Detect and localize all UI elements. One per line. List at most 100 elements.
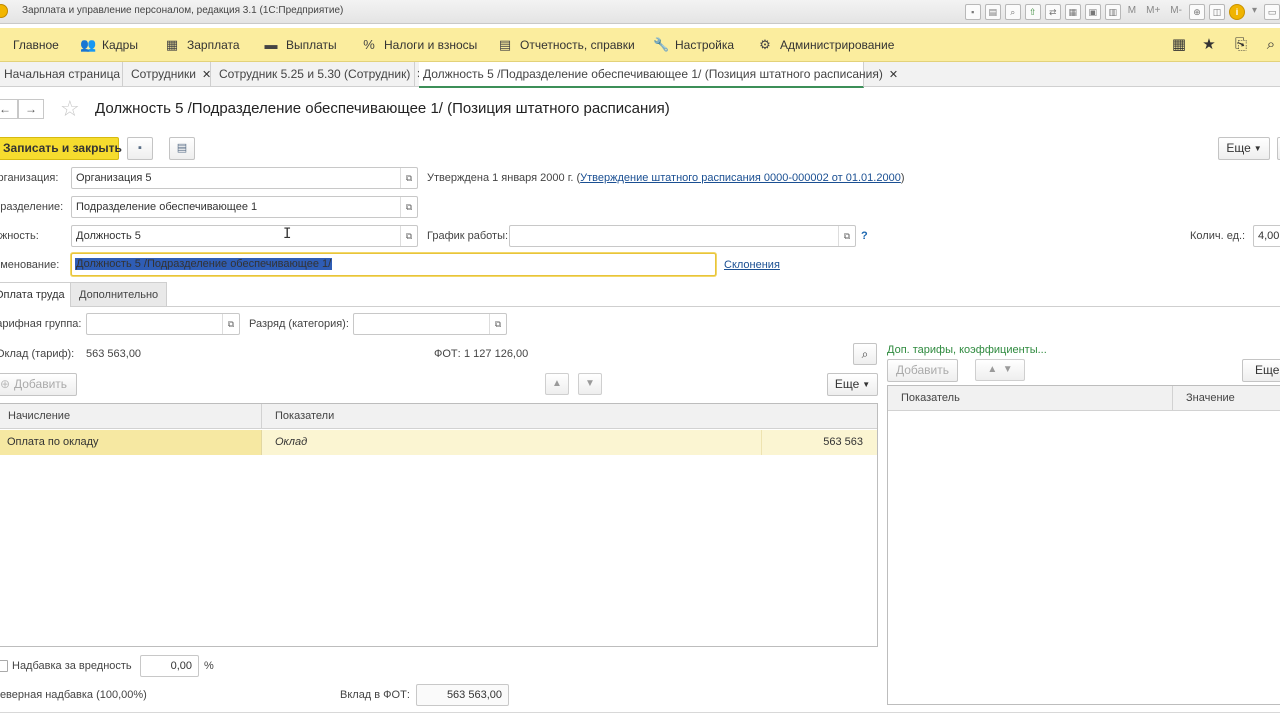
tab-payment[interactable]: Оплата труда — [0, 282, 74, 307]
open-icon[interactable]: ⧉ — [838, 226, 855, 246]
print-icon[interactable]: ▤ — [984, 4, 1001, 20]
schedule-label: График работы: — [427, 230, 509, 242]
column-indicators[interactable]: Показатели — [261, 404, 334, 429]
column-indicator[interactable]: Показатель — [888, 386, 1172, 411]
open-icon[interactable]: ⧉ — [400, 197, 417, 217]
department-field[interactable]: Подразделение обеспечивающее 1 ⧉ — [71, 196, 418, 218]
column-value[interactable]: Значение — [1172, 386, 1235, 411]
fot-contribution-label: Вклад в ФОТ: — [340, 689, 410, 701]
open-icon[interactable]: ⧉ — [489, 314, 506, 334]
inner-tabs: Оплата труда Дополнительно — [0, 282, 1280, 307]
document-list-icon[interactable]: ▤ — [169, 137, 195, 160]
menu-item-settings[interactable]: 🔧 Настройка — [653, 28, 734, 62]
menu-item-hr[interactable]: 👥 Кадры — [80, 28, 138, 62]
units-label: Колич. ед.: — [1190, 230, 1246, 242]
move-down-icon[interactable]: ▼ — [578, 373, 602, 395]
close-icon[interactable]: ✕ — [889, 69, 898, 81]
reports-icon: ▤ — [498, 37, 512, 52]
menu-item-reports[interactable]: ▤ Отчетность, справки — [498, 28, 635, 62]
history-icon[interactable]: ⎘ — [1232, 36, 1250, 54]
back-button[interactable]: ← — [0, 99, 18, 119]
hazard-field[interactable]: 0,00 — [140, 655, 199, 677]
move-arrows-icon[interactable]: ▲ ▼ — [975, 359, 1025, 381]
link-icon[interactable]: ⇄ — [1044, 4, 1061, 20]
chevron-down-icon: ▼ — [862, 380, 871, 389]
fot-value: 1 127 126,00 — [464, 348, 529, 360]
menu-item-taxes[interactable]: % Налоги и взносы — [362, 28, 477, 62]
table-row[interactable]: Оплата по окладу Оклад 563 563 — [0, 430, 877, 455]
window-icon[interactable]: ▭ — [1264, 4, 1280, 20]
hazard-checkbox[interactable] — [0, 660, 8, 672]
table-header: Начисление Показатели — [0, 404, 877, 429]
name-label: Наименование: — [0, 259, 60, 271]
calendar-icon[interactable]: ▣ — [1084, 4, 1101, 20]
save-icon[interactable]: ▪ — [964, 4, 981, 20]
tab-employees[interactable]: Сотрудники ✕ — [127, 62, 211, 87]
salary-value: 563 563,00 — [86, 348, 142, 360]
plus-icon: ⊕ — [0, 377, 10, 391]
calculator-icon[interactable]: ▥ — [1104, 4, 1121, 20]
bottom-divider — [0, 712, 1280, 713]
more-button[interactable]: Еще ▼ — [1218, 137, 1270, 160]
name-field[interactable]: Должность 5 /Подразделение обеспечивающе… — [71, 253, 716, 276]
organization-label: Организация: — [0, 172, 59, 184]
calculator-icon: ▦ — [165, 37, 179, 52]
menu-item-main[interactable]: Главное — [13, 28, 59, 62]
memory-plus-button[interactable]: M+ — [1143, 4, 1163, 20]
app-logo-icon — [0, 4, 8, 18]
favorite-star-icon[interactable]: ☆ — [60, 97, 80, 121]
position-field[interactable]: Должность 5 ⧉ — [71, 225, 418, 247]
add-accrual-button[interactable]: ⊕ Добавить — [0, 373, 77, 396]
more-button[interactable]: Еще ▼ — [827, 373, 878, 396]
schedule-field[interactable]: ⧉ — [509, 225, 856, 247]
open-icon[interactable]: ⧉ — [400, 168, 417, 188]
open-icon[interactable]: ⧉ — [222, 314, 239, 334]
forward-button[interactable]: → — [18, 99, 44, 119]
info-icon[interactable]: i — [1228, 4, 1245, 20]
upload-icon[interactable]: ⇧ — [1024, 4, 1041, 20]
units-field[interactable]: 4,00 — [1253, 225, 1280, 247]
add-extra-button[interactable]: Добавить — [887, 359, 958, 382]
tab-position[interactable]: Должность 5 /Подразделение обеспечивающе… — [419, 62, 898, 88]
accruals-table: Начисление Показатели Оплата по окладу О… — [0, 403, 878, 647]
grade-field[interactable]: ⧉ — [353, 313, 507, 335]
search-icon[interactable]: ⌕ — [1262, 36, 1280, 54]
gear-icon: ⚙ — [759, 37, 771, 52]
zoom-icon[interactable]: ⊕ — [1188, 4, 1205, 20]
department-label: Подразделение: — [0, 201, 64, 213]
apps-grid-icon[interactable]: ▦ — [1170, 36, 1188, 54]
open-tabs-bar: Начальная страница Сотрудники ✕ Сотрудник… — [0, 62, 1280, 88]
close-icon[interactable]: ✕ — [202, 69, 211, 81]
spreadsheet-icon[interactable]: ▦ — [1064, 4, 1081, 20]
approval-document-link[interactable]: Утверждение штатного расписания 0000-000… — [580, 172, 901, 184]
accrual-cell: Оплата по окладу — [0, 430, 261, 455]
menu-item-payments[interactable]: ▬ Выплаты — [264, 28, 337, 62]
move-up-icon[interactable]: ▲ — [545, 373, 569, 395]
save-and-close-button[interactable]: Записать и закрыть — [0, 137, 122, 160]
help-question-icon[interactable]: ? — [861, 230, 868, 242]
hazard-unit: % — [204, 660, 214, 672]
save-icon[interactable]: ▪ — [127, 137, 153, 160]
extra-more-button[interactable]: Еще — [1242, 359, 1280, 382]
dropdown-icon[interactable]: ▾ — [1249, 4, 1260, 20]
tab-home[interactable]: Начальная страница — [0, 62, 123, 87]
favorites-star-icon[interactable]: ★ — [1200, 36, 1218, 54]
menu-item-salary[interactable]: ▦ Зарплата — [165, 28, 240, 62]
tab-employee[interactable]: Сотрудник 5.25 и 5.30 (Сотрудник)✕ — [215, 62, 426, 87]
salary-label: Оклад (тариф): — [0, 348, 75, 360]
preview-icon[interactable]: ⌕ — [1004, 4, 1021, 20]
extra-tariffs-link[interactable]: Доп. тарифы, коэффициенты... — [887, 344, 1047, 356]
memory-minus-button[interactable]: M- — [1167, 4, 1185, 20]
magnifier-icon[interactable]: ⌕ — [853, 343, 877, 365]
column-accrual[interactable]: Начисление — [0, 404, 261, 429]
tariff-group-field[interactable]: ⧉ — [86, 313, 240, 335]
organization-field[interactable]: Организация 5 ⧉ — [71, 167, 418, 189]
titlebar-toolbar: ▪ ▤ ⌕ ⇧ ⇄ ▦ ▣ ▥ M M+ M- ⊕ ◫ i ▾ ▭ — [961, 3, 1280, 21]
tariff-group-label: Тарифная группа: — [0, 318, 82, 330]
open-icon[interactable]: ⧉ — [400, 226, 417, 246]
tab-additional[interactable]: Дополнительно — [70, 282, 168, 307]
memory-button[interactable]: M — [1125, 4, 1139, 20]
panels-icon[interactable]: ◫ — [1208, 4, 1225, 20]
menu-item-admin[interactable]: ⚙ Администрирование — [758, 28, 894, 62]
declensions-link[interactable]: Склонения — [724, 259, 780, 271]
